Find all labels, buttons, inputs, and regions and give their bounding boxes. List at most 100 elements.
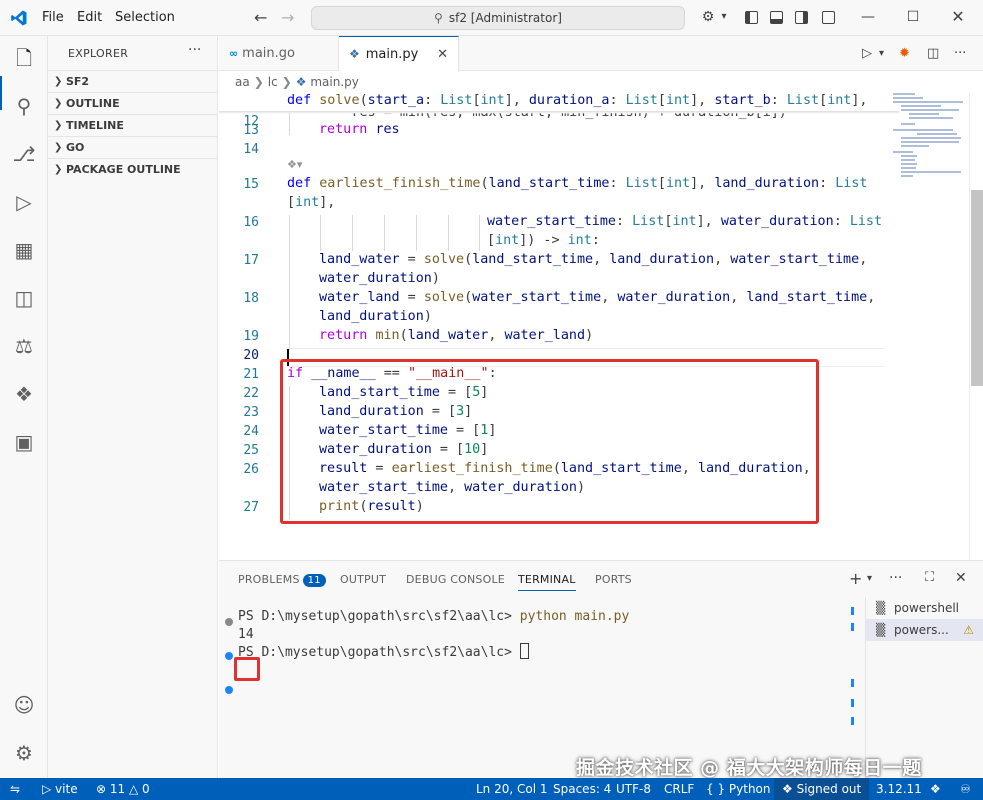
- tab-main-py[interactable]: ❖ main.py ✕: [339, 36, 459, 72]
- minimap-line: [901, 155, 917, 157]
- menu-edit[interactable]: Edit: [77, 10, 102, 25]
- accounts-icon[interactable]: ☺: [12, 693, 36, 717]
- files-icon[interactable]: 🗋: [12, 46, 36, 70]
- command-decoration[interactable]: [225, 686, 233, 694]
- terminal-line-3: PS D:\mysetup\gopath\src\sf2\aa\lc>: [238, 643, 529, 660]
- section-sf2[interactable]: ❯ SF2: [48, 70, 218, 92]
- close-icon[interactable]: ✕: [950, 9, 966, 25]
- close-tab-icon[interactable]: ✕: [437, 37, 448, 72]
- command-decoration[interactable]: [225, 652, 233, 660]
- scrollbar-thumb[interactable]: [971, 190, 983, 386]
- editor-vertical-scrollbar[interactable]: [969, 93, 983, 560]
- split-editor-icon[interactable]: ◫: [927, 46, 939, 61]
- encoding[interactable]: UTF-8: [616, 778, 651, 800]
- run-python-file-icon[interactable]: ▷: [862, 46, 872, 61]
- toggle-sidebar-icon[interactable]: [745, 11, 758, 24]
- remote-indicator-icon[interactable]: ⇋: [10, 778, 20, 800]
- panel-tab-debug-console[interactable]: DEBUG CONSOLE: [406, 573, 505, 586]
- section-package-outline[interactable]: ❯ PACKAGE OUTLINE: [48, 158, 218, 180]
- breadcrumb-lc[interactable]: lc: [268, 75, 278, 89]
- testing-icon[interactable]: ⚖: [12, 334, 36, 358]
- section-outline[interactable]: ❯ OUTLINE: [48, 92, 218, 114]
- scroll-marker: [851, 679, 854, 687]
- chevron-down-icon[interactable]: ▾: [879, 48, 884, 59]
- copilot-signed-out[interactable]: ❖ Signed out: [774, 778, 870, 800]
- code-editor[interactable]: 5 12 13 14 15 16 17 18 19 20 21 22 23 24…: [219, 93, 983, 560]
- minimap-line: [901, 167, 916, 169]
- close-panel-icon[interactable]: ✕: [955, 570, 967, 586]
- sticky-scroll[interactable]: def solve(start_a: List[int], duration_a…: [219, 93, 887, 112]
- terminal-scrollbar[interactable]: [851, 599, 855, 779]
- settings-gear-icon[interactable]: ⚙: [12, 741, 36, 765]
- minimap-line: [901, 171, 961, 173]
- more-actions-icon[interactable]: ···: [954, 46, 966, 61]
- more-actions-icon[interactable]: ···: [188, 42, 201, 58]
- copilot-icon[interactable]: ⚙: [700, 9, 716, 25]
- copilot-icon[interactable]: ❖: [12, 382, 36, 406]
- panel-tab-terminal[interactable]: TERMINAL: [518, 573, 576, 591]
- minimap[interactable]: [887, 93, 967, 560]
- section-timeline[interactable]: ❯ TIMELINE: [48, 114, 218, 136]
- section-go[interactable]: ❯ GO: [48, 136, 218, 158]
- vite-status[interactable]: ▷ vite: [42, 778, 78, 800]
- arrow-right-icon[interactable]: →: [281, 8, 294, 27]
- error-icon: ⊗: [96, 782, 110, 796]
- source-control-icon[interactable]: ⎇: [12, 142, 36, 166]
- minimize-icon[interactable]: —: [860, 9, 876, 25]
- toggle-panel-icon[interactable]: [770, 11, 783, 24]
- search-icon[interactable]: ⚲: [12, 94, 36, 118]
- python-version[interactable]: 3.12.11: [876, 778, 922, 800]
- terminal-item-powershell[interactable]: ▒ powershell: [866, 597, 983, 619]
- chevron-down-icon[interactable]: ▾: [867, 573, 872, 584]
- notifications-bell-icon[interactable]: ♾: [960, 778, 971, 800]
- language-mode[interactable]: { } Python: [706, 778, 771, 800]
- panel-tab-problems[interactable]: PROBLEMS 11: [238, 573, 326, 587]
- panel-tab-ports[interactable]: PORTS: [595, 573, 632, 586]
- problems-status[interactable]: ⊗ 11 △ 0: [96, 778, 150, 800]
- minimap-line: [893, 101, 963, 103]
- breadcrumb-file[interactable]: main.py: [310, 75, 359, 89]
- cursor-position[interactable]: Ln 20, Col 1: [476, 778, 548, 800]
- new-terminal-icon[interactable]: +: [849, 569, 862, 588]
- tab-main-go[interactable]: ∞ main.go: [219, 36, 339, 71]
- line-number: 25: [243, 443, 259, 458]
- terminal-output[interactable]: PS D:\mysetup\gopath\src\sf2\aa\lc> pyth…: [219, 597, 855, 779]
- minimap-line: [901, 175, 913, 177]
- terminal-icon: ▒: [876, 601, 886, 615]
- customize-layout-icon[interactable]: [822, 11, 835, 24]
- sticky-code-line: def solve(start_a: List[int], duration_a…: [287, 93, 868, 108]
- arrow-left-icon[interactable]: ←: [254, 8, 267, 27]
- bottom-panel: PROBLEMS 11 OUTPUT DEBUG CONSOLE TERMINAL…: [219, 560, 983, 779]
- terminal-item-powershell-2[interactable]: ▒ powers... ⚠: [866, 619, 983, 641]
- line-number: 22: [243, 386, 259, 401]
- maximize-icon[interactable]: ☐: [905, 9, 921, 25]
- copilot-sparkle-icon[interactable]: ✹: [899, 46, 910, 61]
- indent-guide: [416, 215, 417, 251]
- indentation[interactable]: Spaces: 4: [553, 778, 611, 800]
- menu-file[interactable]: File: [42, 10, 64, 25]
- maximize-panel-icon[interactable]: ⛶: [925, 570, 934, 585]
- codelens-copilot-icon[interactable]: ❖▾: [287, 158, 302, 171]
- extensions-icon[interactable]: ▦: [12, 238, 36, 262]
- command-center[interactable]: ⚲ sf2 [Administrator]: [311, 6, 685, 30]
- breadcrumb-aa[interactable]: aa: [235, 75, 250, 89]
- menu-selection[interactable]: Selection: [115, 10, 175, 25]
- toggle-secondary-sidebar-icon[interactable]: [795, 11, 808, 24]
- run-debug-icon[interactable]: ▷: [12, 190, 36, 214]
- more-actions-icon[interactable]: ···: [889, 570, 902, 586]
- end-of-line[interactable]: CRLF: [664, 778, 694, 800]
- annotation-highlight-box: [280, 359, 819, 524]
- line-number: 23: [243, 405, 259, 420]
- remote-explorer-icon[interactable]: ◫: [12, 286, 36, 310]
- minimap-line: [901, 145, 929, 147]
- containers-icon[interactable]: ▣: [12, 430, 36, 454]
- play-icon: ▷: [42, 782, 56, 796]
- sidebar-title: EXPLORER: [68, 47, 129, 60]
- chevron-down-icon[interactable]: ▾: [716, 9, 732, 25]
- minimap-line: [893, 151, 913, 153]
- command-decoration[interactable]: [225, 618, 233, 626]
- minimap-line: [917, 133, 957, 135]
- panel-tab-output[interactable]: OUTPUT: [340, 573, 386, 586]
- python-env-icon[interactable]: ❖: [930, 778, 941, 800]
- terminal-output-line: 14: [238, 627, 254, 642]
